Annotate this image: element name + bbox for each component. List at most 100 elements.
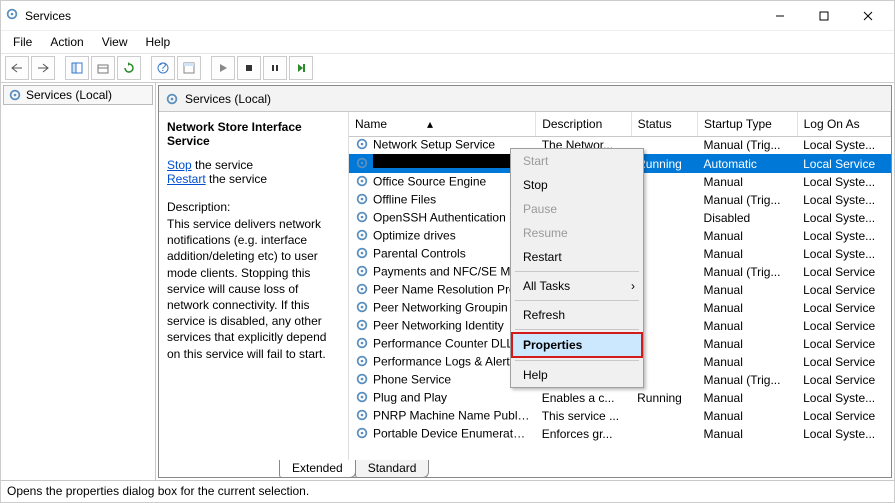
pause-service-button[interactable]: [263, 56, 287, 80]
ctx-pause[interactable]: Pause: [511, 197, 643, 221]
cell-name: Peer Networking Groupin: [373, 301, 508, 315]
cell-startup: Manual: [698, 245, 798, 263]
close-button[interactable]: [846, 2, 890, 30]
tab-extended[interactable]: Extended: [279, 460, 356, 478]
status-bar: Opens the properties dialog box for the …: [1, 480, 894, 502]
menu-help[interactable]: Help: [138, 33, 179, 51]
gear-icon: [355, 408, 369, 425]
stop-service-button[interactable]: [237, 56, 261, 80]
cell-startup: Manual (Trig...: [698, 371, 798, 389]
cell-startup: Manual: [698, 281, 798, 299]
ctx-refresh[interactable]: Refresh: [511, 303, 643, 327]
gear-icon: [355, 282, 369, 299]
menu-file[interactable]: File: [5, 33, 40, 51]
ctx-separator: [515, 271, 639, 272]
column-headers: Name▴ Description Status Startup Type Lo…: [349, 112, 891, 136]
col-name[interactable]: Name▴: [349, 112, 536, 136]
col-logon[interactable]: Log On As: [797, 112, 890, 136]
tab-standard[interactable]: Standard: [355, 460, 430, 478]
content-header-label: Services (Local): [185, 92, 271, 106]
gear-icon: [355, 336, 369, 353]
cell-name: Performance Counter DLL: [373, 337, 513, 351]
app-icon: [5, 7, 19, 24]
cell-name: Offline Files: [373, 193, 436, 207]
cell-desc: This service ...: [536, 407, 631, 425]
restart-link[interactable]: Restart: [167, 172, 206, 186]
cell-startup: Manual (Trig...: [698, 263, 798, 281]
menu-action[interactable]: Action: [42, 33, 91, 51]
gear-icon: [355, 372, 369, 389]
nav-item-label: Services (Local): [26, 88, 112, 102]
cell-startup: Manual: [698, 299, 798, 317]
menu-bar: File Action View Help: [1, 31, 894, 53]
restart-service-button[interactable]: [289, 56, 313, 80]
cell-startup: Manual: [698, 389, 798, 407]
stop-link[interactable]: Stop: [167, 158, 192, 172]
cell-logon: Local Syste...: [797, 425, 890, 443]
ctx-separator: [515, 300, 639, 301]
gear-icon: [355, 228, 369, 245]
col-startup[interactable]: Startup Type: [698, 112, 798, 136]
ctx-properties[interactable]: Properties: [511, 332, 643, 358]
gear-icon: [8, 88, 22, 102]
col-description[interactable]: Description: [536, 112, 631, 136]
cell-logon: Local Syste...: [797, 389, 890, 407]
ctx-help[interactable]: Help: [511, 363, 643, 387]
cell-startup: Manual: [698, 173, 798, 191]
cell-status: Running: [631, 389, 697, 407]
desc-label: Description:: [167, 200, 340, 214]
nav-services-local[interactable]: Services (Local): [3, 85, 153, 105]
ctx-resume[interactable]: Resume: [511, 221, 643, 245]
gear-icon: [355, 210, 369, 227]
context-menu: Start Stop Pause Resume Restart All Task…: [510, 148, 644, 388]
cell-startup: Disabled: [698, 209, 798, 227]
cell-name: Peer Name Resolution Pro: [373, 283, 516, 297]
cell-startup: Manual: [698, 353, 798, 371]
cell-desc: Enables a c...: [536, 389, 631, 407]
cell-logon: Local Service: [797, 299, 890, 317]
view-tabs: Extended Standard: [279, 460, 428, 478]
maximize-button[interactable]: [802, 2, 846, 30]
col-status[interactable]: Status: [631, 112, 697, 136]
cell-name: Optimize drives: [373, 229, 456, 243]
cell-name: Network Setup Service: [373, 137, 495, 151]
cell-name: Plug and Play: [373, 391, 447, 405]
svg-text:?: ?: [160, 62, 167, 74]
cell-name: Portable Device Enumerator...: [373, 427, 533, 441]
ctx-all-tasks[interactable]: All Tasks: [511, 274, 643, 298]
ctx-separator: [515, 329, 639, 330]
cell-startup: Manual: [698, 335, 798, 353]
start-service-button[interactable]: [211, 56, 235, 80]
gear-icon: [355, 137, 369, 154]
forward-button[interactable]: [31, 56, 55, 80]
cell-status: [631, 407, 697, 425]
ctx-separator: [515, 360, 639, 361]
menu-view[interactable]: View: [94, 33, 136, 51]
cell-name: Performance Logs & Alert: [373, 355, 510, 369]
table-row[interactable]: PNRP Machine Name Publi... This service .…: [349, 407, 891, 425]
stop-line: Stop the service: [167, 158, 340, 172]
gear-icon: [355, 174, 369, 191]
cell-name: PNRP Machine Name Publi...: [373, 409, 530, 423]
help-button[interactable]: ?: [151, 56, 175, 80]
ctx-stop[interactable]: Stop: [511, 173, 643, 197]
cell-startup: Automatic: [698, 154, 798, 173]
export-button[interactable]: [91, 56, 115, 80]
gear-icon: [355, 354, 369, 371]
cell-logon: Local Service: [797, 317, 890, 335]
properties-toolbar-button[interactable]: [177, 56, 201, 80]
show-hide-tree-button[interactable]: [65, 56, 89, 80]
table-row[interactable]: Plug and Play Enables a c...RunningManual…: [349, 389, 891, 407]
gear-icon: [355, 264, 369, 281]
ctx-restart[interactable]: Restart: [511, 245, 643, 269]
table-row[interactable]: Portable Device Enumerator...Enforces gr…: [349, 425, 891, 443]
main-area: Services (Local) Services (Local) Networ…: [1, 83, 894, 480]
refresh-button[interactable]: [117, 56, 141, 80]
back-button[interactable]: [5, 56, 29, 80]
minimize-button[interactable]: [758, 2, 802, 30]
window-title: Services: [25, 9, 71, 23]
ctx-start[interactable]: Start: [511, 149, 643, 173]
gear-icon: [355, 426, 369, 443]
content-header: Services (Local): [159, 86, 891, 112]
gear-icon: [355, 156, 369, 173]
